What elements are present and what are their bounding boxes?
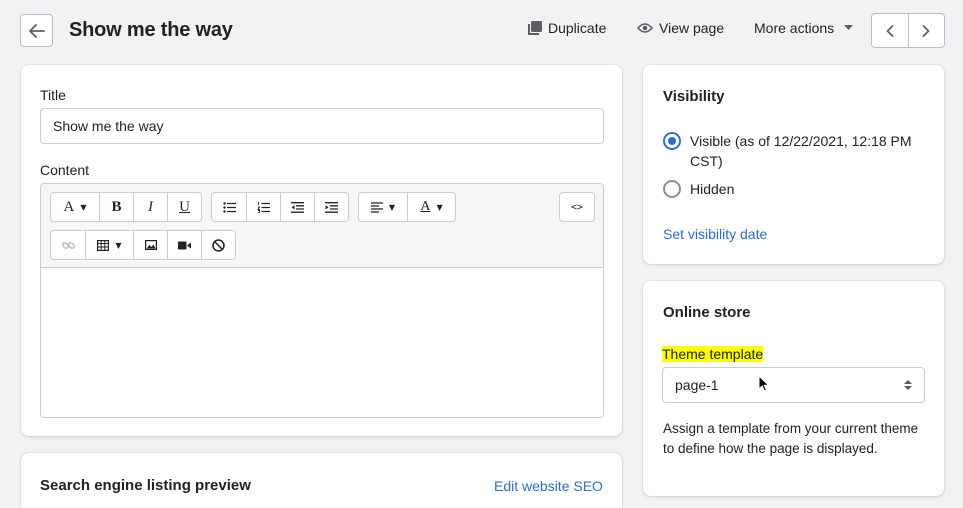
outdent-icon — [291, 201, 304, 213]
page-title: Show me the way — [69, 19, 233, 41]
edit-seo-link[interactable]: Edit website SEO — [494, 478, 603, 494]
list-group — [211, 192, 349, 222]
content-label: Content — [40, 162, 90, 178]
set-visibility-date-link[interactable]: Set visibility date — [663, 226, 767, 242]
bold-glyph: B — [111, 198, 122, 215]
duplicate-icon — [528, 20, 542, 35]
online-store-title: Online store — [663, 304, 751, 321]
seo-title: Search engine listing preview — [40, 477, 251, 494]
back-button[interactable] — [20, 14, 53, 47]
title-input-value: Show me the way — [53, 118, 164, 134]
view-page-label: View page — [659, 20, 725, 36]
more-actions-button[interactable]: More actions — [754, 20, 854, 36]
title-input[interactable]: Show me the way — [40, 108, 604, 144]
italic-button[interactable]: I — [133, 193, 167, 221]
theme-template-help: Assign a template from your current them… — [663, 421, 919, 456]
caret-down-icon: ▼ — [115, 240, 122, 250]
more-actions-label: More actions — [754, 20, 835, 36]
image-icon — [144, 240, 157, 250]
clear-formatting-button[interactable] — [201, 231, 235, 259]
caret-down-icon: ▼ — [436, 202, 443, 212]
numbered-list-button[interactable] — [246, 193, 280, 221]
theme-template-select[interactable]: page-1 — [662, 367, 925, 403]
italic-glyph: I — [148, 198, 153, 215]
editor-content-area[interactable] — [41, 268, 603, 417]
insert-link-button[interactable] — [51, 231, 85, 259]
font-style-glyph: A — [63, 198, 75, 215]
duplicate-button[interactable]: Duplicate — [527, 20, 606, 36]
caret-down-icon: ▼ — [80, 202, 87, 212]
theme-template-label: Theme template — [662, 346, 764, 362]
hidden-option[interactable]: Hidden — [663, 179, 734, 199]
hidden-radio[interactable] — [663, 180, 681, 198]
pagination — [871, 13, 945, 48]
seo-card: Search engine listing preview Edit websi… — [21, 453, 622, 508]
bullet-list-button[interactable] — [212, 193, 246, 221]
eye-icon — [637, 23, 653, 33]
indent-button[interactable] — [314, 193, 348, 221]
outdent-button[interactable] — [280, 193, 314, 221]
visibility-card: Visibility Visible (as of 12/22/2021, 12… — [643, 65, 944, 264]
numbered-list-icon — [257, 201, 270, 213]
insert-video-button[interactable] — [167, 231, 201, 259]
text-color-glyph: A — [420, 199, 431, 214]
code-icon: <> — [570, 201, 584, 213]
show-html-button[interactable]: <> — [560, 193, 594, 221]
page-details-card: Title Show me the way Content A▼ B I U — [21, 65, 622, 436]
text-align-dropdown[interactable]: ▼ — [359, 193, 407, 221]
font-style-dropdown[interactable]: A ▼ — [51, 193, 99, 221]
hidden-option-label: Hidden — [690, 181, 735, 197]
duplicate-label: Duplicate — [548, 20, 607, 36]
visibility-title: Visibility — [663, 88, 725, 105]
insert-table-dropdown[interactable]: ▼ — [85, 231, 133, 259]
indent-icon — [325, 201, 338, 213]
online-store-card: Online store Theme template page-1 Assig… — [643, 281, 944, 496]
chevron-left-icon — [886, 24, 894, 37]
visible-radio[interactable] — [663, 132, 681, 150]
html-group: <> — [559, 192, 595, 222]
underline-button[interactable]: U — [167, 193, 201, 221]
select-arrows-icon — [904, 380, 912, 390]
title-label: Title — [40, 87, 66, 103]
underline-glyph: U — [179, 198, 190, 215]
visible-option-label: Visible (as of 12/22/2021, 12:18 PM CST) — [690, 133, 912, 169]
table-icon — [97, 239, 110, 251]
alignment-color-group: ▼ A ▼ — [358, 192, 456, 222]
view-page-button[interactable]: View page — [637, 20, 724, 36]
align-left-icon — [370, 201, 383, 213]
bold-button[interactable]: B — [99, 193, 133, 221]
bullet-list-icon — [222, 201, 236, 213]
next-page-button[interactable] — [907, 14, 945, 47]
caret-down-icon: ▼ — [388, 202, 396, 212]
video-icon — [178, 241, 191, 249]
theme-template-value: page-1 — [675, 377, 719, 393]
text-color-dropdown[interactable]: A ▼ — [407, 193, 455, 221]
editor-toolbar: A ▼ B I U ▼ A ▼ <> ▼ — [41, 184, 603, 268]
mouse-cursor-icon — [758, 375, 770, 392]
rich-text-editor: A ▼ B I U ▼ A ▼ <> ▼ — [40, 183, 604, 418]
caret-down-icon — [844, 25, 854, 30]
insert-image-button[interactable] — [133, 231, 167, 259]
chevron-right-icon — [922, 24, 930, 37]
block-icon — [212, 238, 225, 252]
insert-group: ▼ — [50, 230, 236, 260]
arrow-left-icon — [28, 23, 45, 38]
visible-option[interactable]: Visible (as of 12/22/2021, 12:18 PM CST) — [663, 131, 928, 171]
link-icon — [61, 241, 75, 249]
text-format-group: A ▼ B I U — [50, 192, 202, 222]
previous-page-button[interactable] — [872, 14, 908, 47]
